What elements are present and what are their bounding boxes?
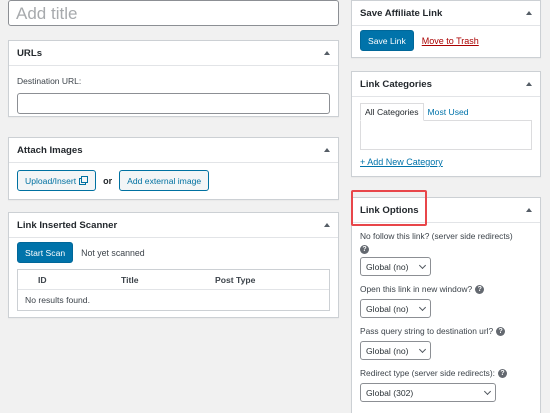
new-window-select[interactable]: Global (no) (360, 299, 431, 318)
help-icon[interactable]: ? (475, 284, 485, 294)
table-row: No results found. (18, 290, 329, 310)
media-icon (79, 176, 89, 185)
table-header: ID Title Post Type (18, 270, 329, 290)
redirect-type-label-text: Redirect type (server side redirects): (360, 368, 495, 378)
new-window-select-value: Global (no) (366, 303, 409, 314)
link-options-heading: Link Options (360, 204, 419, 216)
select-chevron-icon (418, 303, 427, 311)
destination-url-input[interactable] (17, 93, 330, 114)
destination-url-label: Destination URL: (17, 76, 82, 86)
collapse-arrow-icon[interactable] (526, 11, 532, 15)
urls-box: URLs Destination URL: (8, 40, 339, 117)
select-chevron-icon (418, 261, 427, 269)
tab-most-used[interactable]: Most Used (424, 104, 473, 120)
column-header-post-type: Post Type (215, 274, 256, 285)
redirect-type-select-value: Global (302) (366, 387, 414, 398)
upload-insert-label: Upload/Insert (25, 175, 77, 186)
empty-results-text: No results found. (25, 295, 90, 305)
redirect-type-label: Redirect type (server side redirects): ? (360, 368, 532, 378)
collapse-arrow-icon[interactable] (324, 148, 330, 152)
link-scanner-header[interactable]: Link Inserted Scanner (9, 213, 338, 238)
link-categories-heading: Link Categories (360, 78, 432, 90)
query-string-select-value: Global (no) (366, 345, 409, 356)
attach-images-heading: Attach Images (17, 144, 83, 156)
collapse-arrow-icon[interactable] (526, 208, 532, 212)
nofollow-label-text: No follow this link? (server side redire… (360, 231, 513, 241)
collapse-arrow-icon[interactable] (324, 51, 330, 55)
column-header-id: ID (38, 274, 47, 285)
save-link-box: Save Affiliate Link Save Link Move to Tr… (351, 0, 541, 58)
save-link-heading: Save Affiliate Link (360, 7, 443, 19)
add-external-image-button[interactable]: Add external image (119, 170, 210, 191)
query-string-label-text: Pass query string to destination url? (360, 326, 494, 336)
upload-insert-button[interactable]: Upload/Insert (17, 170, 97, 191)
add-new-category-link[interactable]: + Add New Category (360, 157, 443, 167)
category-tabs: All Categories Most Used (360, 102, 532, 121)
collapse-arrow-icon[interactable] (526, 82, 532, 86)
move-to-trash-link[interactable]: Move to Trash (422, 36, 479, 46)
urls-heading: URLs (17, 47, 43, 59)
start-scan-button[interactable]: Start Scan (17, 242, 74, 263)
link-options-box: Link Options No follow this link? (serve… (351, 197, 541, 413)
column-header-title: Title (121, 274, 139, 285)
help-icon[interactable]: ? (496, 326, 506, 336)
or-text: or (103, 175, 113, 186)
query-string-label: Pass query string to destination url? ? (360, 326, 532, 336)
attach-images-box: Attach Images Upload/Insert or Add exter… (8, 137, 339, 200)
query-string-select[interactable]: Global (no) (360, 341, 431, 360)
help-icon[interactable]: ? (497, 368, 507, 378)
help-icon[interactable]: ? (360, 245, 369, 254)
nofollow-select-value: Global (no) (366, 261, 409, 272)
link-options-header[interactable]: Link Options (352, 198, 540, 223)
category-checklist[interactable] (360, 120, 532, 150)
post-title-input[interactable]: Add title (8, 0, 339, 26)
new-window-label: Open this link in new window? ? (360, 284, 532, 294)
select-chevron-icon (418, 345, 427, 353)
save-link-header[interactable]: Save Affiliate Link (352, 1, 540, 26)
scan-results-table: ID Title Post Type No results found. (17, 269, 330, 311)
save-link-button[interactable]: Save Link (360, 30, 414, 51)
link-scanner-heading: Link Inserted Scanner (17, 219, 118, 231)
select-chevron-icon (483, 387, 492, 395)
redirect-type-select[interactable]: Global (302) (360, 383, 496, 402)
nofollow-label: No follow this link? (server side redire… (360, 231, 532, 241)
urls-box-header[interactable]: URLs (9, 41, 338, 66)
link-categories-box: Link Categories All Categories Most Used… (351, 71, 541, 177)
link-categories-header[interactable]: Link Categories (352, 72, 540, 97)
attach-images-header[interactable]: Attach Images (9, 138, 338, 163)
scan-status-text: Not yet scanned (81, 247, 145, 258)
tab-all-categories[interactable]: All Categories (360, 103, 424, 121)
new-window-label-text: Open this link in new window? (360, 284, 473, 294)
nofollow-select[interactable]: Global (no) (360, 257, 431, 276)
link-scanner-box: Link Inserted Scanner Start Scan Not yet… (8, 212, 339, 318)
collapse-arrow-icon[interactable] (324, 223, 330, 227)
